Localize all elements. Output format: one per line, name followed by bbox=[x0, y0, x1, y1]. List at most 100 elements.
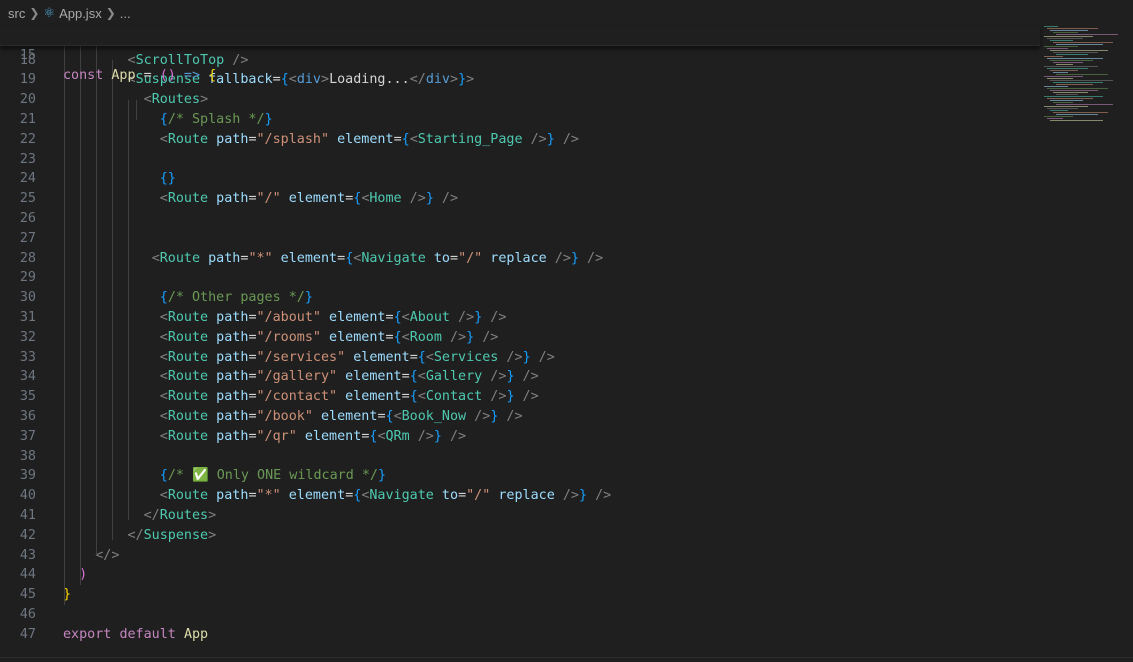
code-token: "/" bbox=[458, 250, 483, 266]
minimap-line bbox=[1053, 52, 1098, 53]
code-token: = bbox=[377, 408, 386, 424]
line-number: 39 bbox=[19, 468, 36, 484]
line-number: 38 bbox=[19, 448, 36, 464]
line-number: 44 bbox=[19, 567, 36, 583]
code-token: /> bbox=[554, 131, 579, 147]
code-token: "/services" bbox=[256, 349, 346, 365]
code-token: > bbox=[321, 72, 330, 88]
code-token: = bbox=[409, 349, 418, 365]
minimap-line bbox=[1053, 82, 1103, 83]
code-line: 31 <Route path="/about" element={<About … bbox=[0, 308, 1040, 328]
code-token: path bbox=[208, 369, 249, 385]
minimap-line bbox=[1044, 56, 1063, 57]
code-token: = bbox=[450, 250, 459, 266]
code-token: path bbox=[208, 408, 249, 424]
chevron-right-icon: ❯ bbox=[29, 6, 40, 20]
line-number: 15 bbox=[19, 47, 36, 63]
minimap-line bbox=[1053, 42, 1113, 43]
code-token: element bbox=[296, 428, 362, 444]
code-token: > bbox=[466, 72, 475, 88]
minimap[interactable] bbox=[1040, 26, 1120, 136]
indent-guide bbox=[136, 100, 137, 120]
code-token: { bbox=[159, 468, 168, 484]
code-token: < bbox=[159, 408, 168, 424]
minimap-line bbox=[1047, 58, 1103, 59]
code-line: 41 </Routes> bbox=[0, 506, 1040, 526]
code-token: /> bbox=[514, 369, 539, 385]
code-token: QRm bbox=[385, 428, 410, 444]
code-token: path bbox=[208, 191, 249, 207]
breadcrumb: src ❯ ⚛ App.jsx ❯ ... bbox=[0, 0, 1133, 26]
code-token: "/gallery" bbox=[256, 369, 338, 385]
code-token: /> bbox=[224, 52, 249, 68]
minimap-line bbox=[1047, 38, 1083, 39]
code-token: div bbox=[296, 72, 321, 88]
minimap-line bbox=[1044, 46, 1078, 47]
code-token: { bbox=[385, 408, 394, 424]
minimap-line bbox=[1056, 94, 1078, 95]
code-line: 36 <Route path="/book" element={<Book_No… bbox=[0, 407, 1040, 427]
code-line: 46 bbox=[0, 605, 1040, 625]
code-token: < bbox=[409, 131, 418, 147]
minimap-line bbox=[1053, 92, 1088, 93]
code-token: = bbox=[272, 72, 281, 88]
breadcrumb-more[interactable]: ... bbox=[120, 6, 131, 21]
code-token: { bbox=[159, 290, 168, 306]
code-token: {} bbox=[159, 171, 176, 187]
code-text: <Route path="/services" element={<Servic… bbox=[63, 348, 555, 368]
minimap-line bbox=[1047, 108, 1078, 109]
code-token: "/" bbox=[256, 191, 281, 207]
code-token: } bbox=[522, 349, 531, 365]
code-token: "/splash" bbox=[256, 131, 330, 147]
minimap-line bbox=[1047, 118, 1063, 119]
code-token: } bbox=[546, 131, 555, 147]
code-token: "*" bbox=[248, 250, 273, 266]
code-line: 28 <Route path="*" element={<Navigate to… bbox=[0, 249, 1040, 269]
code-token: } bbox=[506, 369, 515, 385]
minimap-line bbox=[1056, 64, 1073, 65]
breadcrumb-file[interactable]: App.jsx bbox=[59, 6, 102, 21]
minimap-line bbox=[1056, 44, 1103, 45]
line-number: 32 bbox=[19, 329, 36, 345]
line-number: 43 bbox=[19, 547, 36, 563]
minimap-line bbox=[1050, 30, 1088, 31]
code-line: 21 {/* Splash */} bbox=[0, 110, 1040, 130]
code-token: { bbox=[409, 389, 418, 405]
breadcrumb-folder[interactable]: src bbox=[8, 6, 25, 21]
code-token: Home bbox=[369, 191, 402, 207]
code-token: < bbox=[288, 72, 297, 88]
code-token: </> bbox=[95, 547, 120, 563]
code-text: <Route path="/splash" element={<Starting… bbox=[63, 130, 579, 150]
code-token: = bbox=[248, 488, 257, 504]
code-line: 25 <Route path="/" element={<Home />} /> bbox=[0, 189, 1040, 209]
code-line: 40 <Route path="*" element={<Navigate to… bbox=[0, 486, 1040, 506]
code-line: 15 const App = () => { bbox=[0, 26, 1040, 83]
code-token: = bbox=[393, 131, 402, 147]
code-token: < bbox=[417, 389, 426, 405]
code-token: Route bbox=[167, 428, 209, 444]
minimap-line bbox=[1050, 80, 1113, 81]
code-token: Route bbox=[167, 488, 209, 504]
code-text: </Routes> bbox=[63, 506, 217, 526]
code-token: } bbox=[433, 428, 442, 444]
code-token: path bbox=[208, 309, 249, 325]
code-token: const bbox=[63, 67, 112, 83]
minimap-line bbox=[1044, 96, 1103, 97]
code-token: /> bbox=[482, 309, 507, 325]
minimap-line bbox=[1053, 72, 1068, 73]
code-token: = bbox=[248, 369, 257, 385]
code-token: Route bbox=[167, 349, 209, 365]
code-token: } bbox=[425, 191, 434, 207]
code-token: < bbox=[401, 309, 410, 325]
sticky-scroll-header[interactable]: 15 const App = () => { bbox=[0, 26, 1040, 83]
chevron-right-icon: ❯ bbox=[105, 6, 116, 20]
minimap-line bbox=[1044, 106, 1088, 107]
code-token: < bbox=[159, 329, 168, 345]
code-token: { bbox=[409, 369, 418, 385]
minimap-line bbox=[1056, 34, 1118, 35]
code-token: < bbox=[159, 131, 168, 147]
code-token: </ bbox=[409, 72, 426, 88]
minimap-line bbox=[1044, 86, 1068, 87]
